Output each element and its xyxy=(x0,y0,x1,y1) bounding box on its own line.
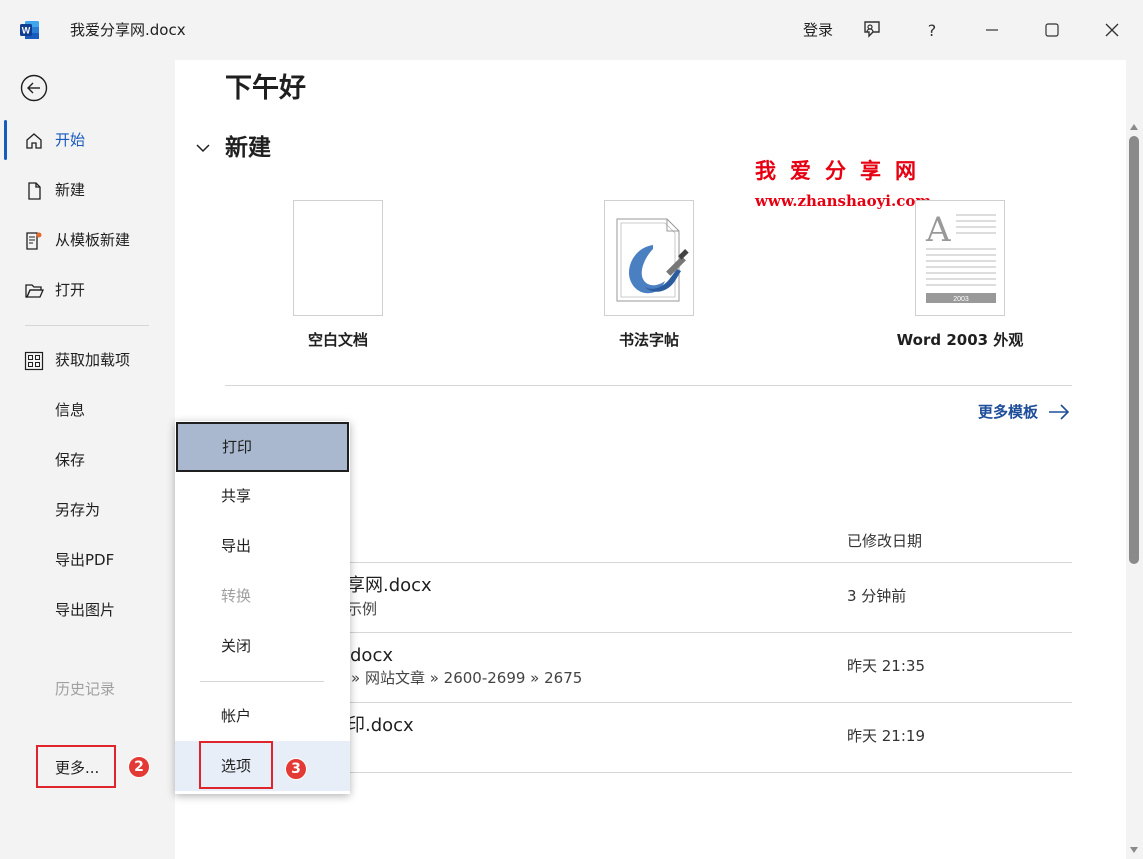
nav-item-save[interactable]: 保存 xyxy=(0,440,175,480)
close-icon[interactable] xyxy=(1098,16,1126,44)
nav-item-label: 历史记录 xyxy=(55,680,116,698)
help-button[interactable]: ? xyxy=(918,16,946,44)
svg-text:W: W xyxy=(22,26,31,36)
new-doc-icon xyxy=(28,182,41,200)
home-icon xyxy=(26,133,42,149)
nav-item-save-as[interactable]: 另存为 xyxy=(0,490,175,530)
maximize-icon[interactable] xyxy=(1038,16,1066,44)
scroll-up-icon[interactable] xyxy=(1129,122,1139,132)
template-icon xyxy=(26,232,42,250)
step-badge: 3 xyxy=(285,758,307,780)
file-name: docx xyxy=(350,645,393,666)
nav-item-label: 另存为 xyxy=(55,501,101,519)
file-name: 印.docx xyxy=(347,715,414,736)
nav-item-label: 开始 xyxy=(55,131,86,149)
template-label: 书法字帖 xyxy=(618,331,679,349)
chevron-down-icon[interactable] xyxy=(195,140,211,156)
nav-item-open[interactable]: 打开 xyxy=(0,270,175,310)
menu-item-export[interactable]: 导出 xyxy=(175,521,350,571)
scroll-down-icon[interactable] xyxy=(1129,845,1139,855)
greeting-heading: 下午好 xyxy=(225,73,306,104)
menu-item-label: 导出 xyxy=(221,537,252,555)
file-path: 示例 xyxy=(347,600,378,618)
nav-item-label: 新建 xyxy=(55,181,86,199)
watermark-url: www.zhanshaoyi.com xyxy=(755,192,932,210)
menu-item-options[interactable]: 选项 xyxy=(175,741,350,791)
menu-item-label: 关闭 xyxy=(221,637,252,655)
column-header-modified[interactable]: 已修改日期 xyxy=(847,531,922,551)
template-calligraphy-thumbnail[interactable] xyxy=(604,200,694,316)
row-divider xyxy=(225,772,1072,773)
nav-item-home[interactable]: 开始 xyxy=(0,120,175,160)
menu-item-account[interactable]: 帐户 xyxy=(175,691,350,741)
file-modified-date: 昨天 21:35 xyxy=(847,657,925,675)
template-word2003-thumbnail[interactable]: A 2003 xyxy=(915,200,1005,316)
more-menu-popup: 打印 共享 导出 转换 关闭 帐户 选项 xyxy=(175,421,350,794)
step-badge: 2 xyxy=(128,756,150,778)
nav-item-export-image[interactable]: 导出图片 xyxy=(0,590,175,630)
nav-divider xyxy=(25,325,149,326)
nav-item-label: 信息 xyxy=(55,401,86,419)
template-label: 空白文档 xyxy=(307,331,368,349)
active-indicator xyxy=(4,120,7,160)
menu-item-share[interactable]: 共享 xyxy=(175,471,350,521)
template-blank-thumbnail[interactable] xyxy=(293,200,383,316)
nav-item-label: 保存 xyxy=(55,451,86,469)
calligraphy-brush-icon xyxy=(616,218,689,302)
row-divider xyxy=(225,632,1072,633)
nav-item-new-from-template[interactable]: 从模板新建 xyxy=(0,220,175,260)
backstage-nav: 开始 新建 从模板新建 打开 获取加载项 信息 保存 另存为 导出PDF 导出图… xyxy=(0,60,175,859)
menu-item-close[interactable]: 关闭 xyxy=(175,621,350,671)
back-arrow-icon[interactable] xyxy=(20,74,48,102)
nav-item-history: 历史记录 xyxy=(0,669,175,709)
menu-item-label: 帐户 xyxy=(221,707,252,725)
menu-divider xyxy=(200,681,324,682)
sign-in-link[interactable]: 登录 xyxy=(803,20,833,40)
minimize-icon[interactable] xyxy=(978,16,1006,44)
file-path: » 网站文章 » 2600-2699 » 2675 xyxy=(351,669,583,687)
watermark-text: 我爱分享网 xyxy=(755,158,930,183)
menu-item-transform: 转换 xyxy=(175,571,350,621)
arrow-right-icon[interactable] xyxy=(1048,403,1070,421)
svg-text:A: A xyxy=(925,210,951,250)
addins-grid-icon xyxy=(24,351,44,371)
scrollbar-thumb[interactable] xyxy=(1129,136,1139,564)
menu-item-label: 打印 xyxy=(222,438,253,456)
nav-item-label: 打开 xyxy=(55,281,86,299)
nav-item-info[interactable]: 信息 xyxy=(0,390,175,430)
nav-item-export-pdf[interactable]: 导出PDF xyxy=(0,540,175,580)
more-button[interactable]: 更多... xyxy=(36,745,116,788)
svg-text:2003: 2003 xyxy=(953,296,969,303)
menu-item-print[interactable]: 打印 xyxy=(176,422,349,472)
document-title: 我爱分享网.docx xyxy=(70,21,186,39)
row-divider xyxy=(225,562,1072,563)
file-modified-date: 3 分钟前 xyxy=(847,587,907,605)
menu-item-label: 选项 xyxy=(221,757,252,775)
feedback-icon[interactable] xyxy=(858,16,886,44)
folder-open-icon xyxy=(25,284,44,298)
nav-item-label: 从模板新建 xyxy=(55,231,131,249)
new-section-heading: 新建 xyxy=(225,135,271,161)
nav-item-label: 获取加载项 xyxy=(55,351,131,369)
more-templates-link[interactable]: 更多模板 xyxy=(978,402,1038,422)
file-modified-date: 昨天 21:19 xyxy=(847,727,925,745)
nav-item-label: 导出PDF xyxy=(55,551,115,569)
file-name: 享网.docx xyxy=(347,575,432,596)
word-app-icon: W xyxy=(20,21,39,39)
section-divider xyxy=(225,385,1072,386)
menu-item-label: 转换 xyxy=(221,587,252,605)
vertical-scrollbar[interactable] xyxy=(1126,118,1143,859)
title-bar: W 我爱分享网.docx 登录 ? xyxy=(0,0,1143,60)
row-divider xyxy=(225,702,1072,703)
nav-item-new[interactable]: 新建 xyxy=(0,170,175,210)
template-label: Word 2003 外观 xyxy=(896,331,1024,349)
nav-item-get-addins[interactable]: 获取加载项 xyxy=(0,340,175,380)
menu-item-label: 共享 xyxy=(221,487,252,505)
more-button-label: 更多... xyxy=(55,759,100,777)
nav-item-label: 导出图片 xyxy=(55,601,116,619)
word2003-preview-icon: A 2003 xyxy=(925,210,996,303)
